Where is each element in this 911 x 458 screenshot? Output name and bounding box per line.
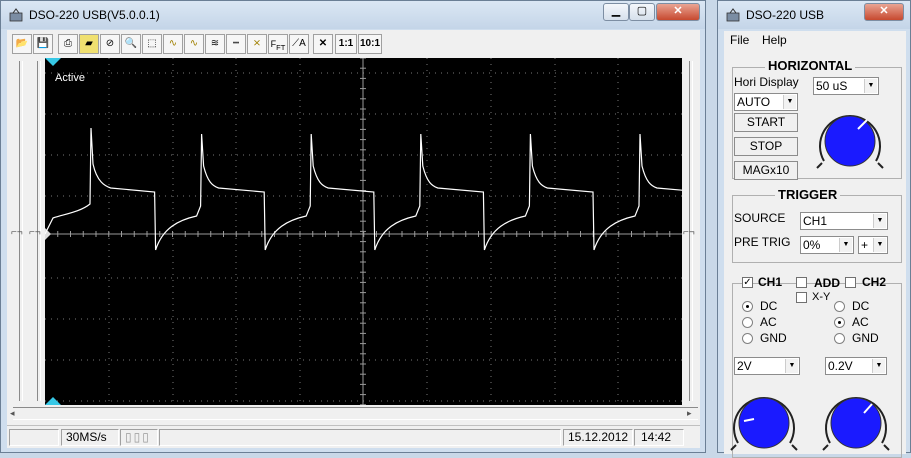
hori-display-select[interactable]: AUTO ▼	[734, 93, 798, 111]
status-spacer	[159, 429, 561, 446]
timebase-select[interactable]: 50 uS ▼	[813, 77, 879, 95]
chevron-down-icon: ▼	[864, 79, 877, 93]
ratio-1-1-button[interactable]: 1:1	[335, 34, 357, 54]
ch2-ac-radio[interactable]	[834, 317, 845, 328]
ch1-gnd-radio[interactable]	[742, 333, 753, 344]
ground-marker	[45, 228, 51, 240]
control-window-title: DSO-220 USB	[746, 8, 825, 22]
fft-icon[interactable]: FFT	[268, 34, 288, 54]
scope-titlebar[interactable]: DSO-220 USB(V5.0.0.1) ▁ ▢ ✕	[1, 1, 705, 29]
ch1-volts-knob[interactable]	[728, 387, 800, 451]
xy-label: X-Y	[812, 291, 831, 303]
ch1-ac-radio[interactable]	[742, 317, 753, 328]
close-button[interactable]: ✕	[656, 3, 700, 21]
control-window: DSO-220 USB ✕ File Help HORIZONTAL Hori …	[717, 0, 911, 458]
mag-x10-button[interactable]: MAGx10	[734, 161, 798, 180]
stop-button[interactable]: STOP	[734, 137, 798, 156]
timebase-knob[interactable]	[814, 105, 886, 169]
ch1-dc-radio[interactable]	[742, 301, 753, 312]
scope-window: DSO-220 USB(V5.0.0.1) ▁ ▢ ✕ 📂 💾 ⎙ ▰ ⊘ 🔍 …	[0, 0, 706, 453]
ch2-dc-radio[interactable]	[834, 301, 845, 312]
status-time: 14:42	[634, 429, 684, 446]
dotted-line-icon[interactable]: ┅	[226, 34, 246, 54]
save-icon[interactable]: 💾	[33, 34, 53, 54]
menu-bar: File Help	[724, 31, 906, 49]
chevron-down-icon: ▼	[873, 214, 886, 228]
measure-a-icon[interactable]: ⟋A	[289, 34, 309, 54]
status-label: Active	[55, 72, 85, 84]
math-wave-icon[interactable]: ≋	[205, 34, 225, 54]
open-file-icon[interactable]: 📂	[12, 34, 32, 54]
trigger-title: TRIGGER	[775, 187, 841, 202]
top-trigger-marker	[45, 58, 61, 66]
ch1-position-handle[interactable]: ⌐¬	[11, 228, 31, 238]
ch2-label: CH2	[862, 275, 887, 289]
ch2-volts-knob[interactable]	[820, 387, 892, 451]
add-checkbox[interactable]	[796, 277, 807, 288]
menu-help[interactable]: Help	[762, 33, 787, 47]
pretrig-label: PRE TRIG	[734, 235, 791, 249]
pretrig-select[interactable]: 0% ▼	[800, 236, 854, 254]
status-bar: 30MS/s ▯▯▯ 15.12.2012 14:42	[7, 425, 700, 448]
horizontal-title: HORIZONTAL	[765, 58, 856, 73]
sample-rate: 30MS/s	[61, 429, 119, 446]
control-titlebar[interactable]: DSO-220 USB ✕	[718, 1, 910, 29]
trigger-slope-select[interactable]: + ▼	[858, 236, 888, 254]
truck-icon[interactable]: ▰	[79, 34, 99, 54]
ratio-10-1-button[interactable]: 10:1	[358, 34, 382, 54]
wave-ch2-icon[interactable]: ∿	[184, 34, 204, 54]
maximize-button[interactable]: ▢	[629, 3, 655, 21]
ch2-gnd-radio[interactable]	[834, 333, 845, 344]
grid-select-icon[interactable]: ⬚	[142, 34, 162, 54]
ch2-volts-select[interactable]: 0.2V ▼	[825, 357, 887, 375]
clear-x-icon[interactable]: ✕	[313, 34, 333, 54]
wave-ch1-icon[interactable]: ∿	[163, 34, 183, 54]
horizontal-left-handle[interactable]: ◂	[10, 408, 15, 419]
status-date: 15.12.2012	[563, 429, 633, 446]
scope-window-title: DSO-220 USB(V5.0.0.1)	[29, 8, 160, 22]
zoom-icon[interactable]: 🔍	[121, 34, 141, 54]
toolbar: 📂 💾 ⎙ ▰ ⊘ 🔍 ⬚ ∿ ∿ ≋ ┅ ⨯ FFT ⟋A ✕ 1:1 10:…	[12, 33, 412, 57]
ch2-ac-label: AC	[852, 315, 869, 329]
stop-circle-icon[interactable]: ⊘	[100, 34, 120, 54]
close-button[interactable]: ✕	[864, 3, 904, 21]
horizontal-position-track[interactable]	[13, 407, 698, 420]
hori-display-label: Hori Display	[734, 75, 799, 89]
ch1-dc-label: DC	[760, 299, 778, 313]
menu-file[interactable]: File	[730, 33, 749, 47]
chevron-down-icon: ▼	[873, 238, 886, 252]
source-label: SOURCE	[734, 211, 786, 225]
chevron-down-icon: ▼	[872, 359, 885, 373]
ch1-label: CH1	[758, 275, 783, 289]
chevron-down-icon: ▼	[783, 95, 796, 109]
ch1-checkbox[interactable]: ✓	[742, 277, 753, 288]
ch1-gnd-label: GND	[760, 331, 787, 345]
xy-checkbox[interactable]	[796, 292, 807, 303]
chevron-down-icon: ▼	[785, 359, 798, 373]
start-button[interactable]: START	[734, 113, 798, 132]
app-icon	[726, 8, 740, 22]
ch2-checkbox[interactable]	[845, 277, 856, 288]
app-icon	[9, 8, 23, 22]
control-client-area: HORIZONTAL Hori Display AUTO ▼ 50 uS ▼ S…	[724, 49, 906, 458]
bottom-trigger-marker	[45, 397, 61, 405]
add-label: ADD	[814, 276, 840, 290]
oscilloscope-screen[interactable]: Active	[45, 58, 682, 405]
minimize-button[interactable]: ▁	[603, 3, 629, 21]
print-icon[interactable]: ⎙	[58, 34, 78, 54]
scope-graticule	[45, 58, 682, 405]
cursor-x-icon[interactable]: ⨯	[247, 34, 267, 54]
chevron-down-icon: ▼	[839, 238, 852, 252]
ch2-gnd-label: GND	[852, 331, 879, 345]
horizontal-right-handle[interactable]: ▸	[687, 408, 692, 419]
status-empty-cell	[9, 429, 59, 446]
ch1-volts-select[interactable]: 2V ▼	[734, 357, 800, 375]
trigger-level-handle[interactable]: ⌐¬	[683, 228, 701, 238]
ch1-ac-label: AC	[760, 315, 777, 329]
status-segments: ▯▯▯	[120, 429, 158, 446]
trigger-source-select[interactable]: CH1 ▼	[800, 212, 888, 230]
ch2-dc-label: DC	[852, 299, 870, 313]
